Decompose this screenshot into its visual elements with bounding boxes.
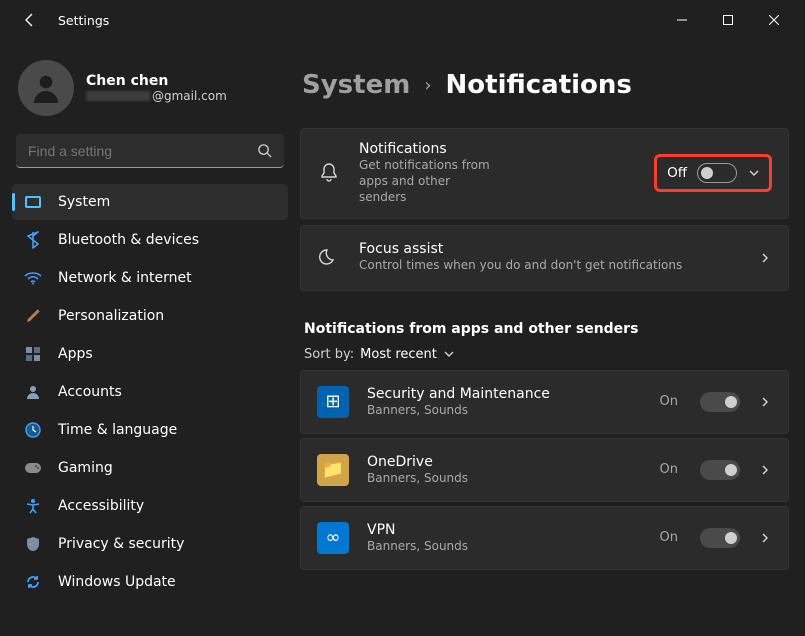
sidebar-item-label: Accessibility bbox=[58, 498, 144, 514]
app-toggle[interactable] bbox=[700, 392, 740, 412]
app-subtitle: Banners, Sounds bbox=[367, 471, 642, 485]
maximize-button[interactable] bbox=[705, 2, 751, 38]
user-email-suffix: @gmail.com bbox=[152, 89, 227, 103]
person-icon bbox=[24, 383, 42, 401]
window-title: Settings bbox=[58, 13, 109, 28]
back-button[interactable] bbox=[22, 12, 38, 28]
shield-icon bbox=[24, 535, 42, 553]
app-toggle-label: On bbox=[660, 462, 678, 477]
sidebar-item-apps[interactable]: Apps bbox=[12, 336, 288, 372]
search-icon bbox=[257, 143, 272, 158]
sidebar-item-windows-update[interactable]: Windows Update bbox=[12, 564, 288, 600]
apps-icon bbox=[24, 345, 42, 363]
card-title: Focus assist bbox=[359, 241, 740, 257]
close-button[interactable] bbox=[751, 2, 797, 38]
search-box[interactable] bbox=[16, 134, 284, 168]
user-name: Chen chen bbox=[86, 73, 227, 89]
highlight-annotation: Off bbox=[654, 154, 772, 192]
app-toggle-label: On bbox=[660, 394, 678, 409]
app-toggle[interactable] bbox=[700, 528, 740, 548]
chevron-right-icon bbox=[758, 531, 772, 545]
card-subtitle: Get notifications from apps and other se… bbox=[359, 157, 499, 206]
notifications-toggle[interactable] bbox=[697, 163, 737, 183]
sidebar-item-network[interactable]: Network & internet bbox=[12, 260, 288, 296]
card-subtitle: Control times when you do and don't get … bbox=[359, 257, 740, 273]
app-icon: 📁 bbox=[317, 454, 349, 486]
sidebar-item-gaming[interactable]: Gaming bbox=[12, 450, 288, 486]
chevron-down-icon[interactable] bbox=[747, 166, 761, 180]
bluetooth-icon bbox=[24, 231, 42, 249]
moon-icon bbox=[317, 248, 341, 268]
sidebar-item-label: Personalization bbox=[58, 308, 164, 324]
sidebar-item-label: Windows Update bbox=[58, 574, 176, 590]
app-subtitle: Banners, Sounds bbox=[367, 403, 642, 417]
sort-value: Most recent bbox=[360, 347, 437, 362]
sidebar-item-privacy[interactable]: Privacy & security bbox=[12, 526, 288, 562]
focus-assist-card[interactable]: Focus assist Control times when you do a… bbox=[300, 225, 789, 291]
redacted-text bbox=[86, 91, 150, 101]
sidebar-item-personalization[interactable]: Personalization bbox=[12, 298, 288, 334]
card-title: Notifications bbox=[359, 141, 636, 157]
avatar bbox=[18, 60, 74, 116]
sidebar-item-label: Bluetooth & devices bbox=[58, 232, 199, 248]
window-controls bbox=[659, 2, 797, 38]
breadcrumb-parent[interactable]: System bbox=[302, 70, 410, 100]
app-title: Security and Maintenance bbox=[367, 386, 642, 404]
chevron-down-icon bbox=[443, 348, 455, 360]
globe-clock-icon bbox=[24, 421, 42, 439]
sidebar-item-accessibility[interactable]: Accessibility bbox=[12, 488, 288, 524]
toggle-label: Off bbox=[667, 165, 687, 181]
app-toggle-label: On bbox=[660, 530, 678, 545]
user-block[interactable]: Chen chen @gmail.com bbox=[0, 48, 300, 134]
nav: System Bluetooth & devices Network & int… bbox=[0, 184, 300, 600]
apps-list: ⊞Security and MaintenanceBanners, Sounds… bbox=[300, 370, 789, 574]
app-toggle[interactable] bbox=[700, 460, 740, 480]
sort-bar[interactable]: Sort by: Most recent bbox=[304, 347, 789, 362]
app-title: VPN bbox=[367, 522, 642, 540]
sidebar-item-label: Privacy & security bbox=[58, 536, 184, 552]
bell-icon bbox=[317, 162, 341, 184]
notifications-card[interactable]: Notifications Get notifications from app… bbox=[300, 128, 789, 219]
sidebar-item-label: Time & language bbox=[58, 422, 177, 438]
paintbrush-icon bbox=[24, 307, 42, 325]
sidebar-item-label: Network & internet bbox=[58, 270, 192, 286]
sidebar-item-bluetooth[interactable]: Bluetooth & devices bbox=[12, 222, 288, 258]
sidebar-item-label: Gaming bbox=[58, 460, 113, 476]
accessibility-icon bbox=[24, 497, 42, 515]
chevron-right-icon bbox=[758, 395, 772, 409]
breadcrumb: System › Notifications bbox=[302, 70, 789, 100]
minimize-button[interactable] bbox=[659, 2, 705, 38]
app-title: OneDrive bbox=[367, 454, 642, 472]
user-email: @gmail.com bbox=[86, 89, 227, 103]
app-subtitle: Banners, Sounds bbox=[367, 539, 642, 553]
sort-label: Sort by: bbox=[304, 347, 354, 362]
titlebar: Settings bbox=[0, 0, 805, 40]
chevron-right-icon bbox=[758, 251, 772, 265]
app-body: VPNBanners, Sounds bbox=[367, 522, 642, 554]
app-row[interactable]: ⊞ Security and MaintenanceBanners, Sounds… bbox=[300, 370, 789, 434]
chevron-right-icon: › bbox=[424, 75, 431, 96]
sidebar-item-accounts[interactable]: Accounts bbox=[12, 374, 288, 410]
monitor-icon bbox=[24, 193, 42, 211]
chevron-right-icon bbox=[758, 463, 772, 477]
sidebar-item-label: Accounts bbox=[58, 384, 122, 400]
app-icon: ∞ bbox=[317, 522, 349, 554]
page-title: Notifications bbox=[446, 70, 632, 100]
wifi-icon bbox=[24, 269, 42, 287]
sidebar-item-system[interactable]: System bbox=[12, 184, 288, 220]
sidebar-item-time-language[interactable]: Time & language bbox=[12, 412, 288, 448]
app-icon: ⊞ bbox=[317, 386, 349, 418]
search-input[interactable] bbox=[28, 143, 257, 159]
section-heading: Notifications from apps and other sender… bbox=[304, 321, 789, 337]
sidebar-item-label: Apps bbox=[58, 346, 93, 362]
gamepad-icon bbox=[24, 459, 42, 477]
app-body: Security and MaintenanceBanners, Sounds bbox=[367, 386, 642, 418]
app-row[interactable]: 📁 OneDriveBanners, Sounds On bbox=[300, 438, 789, 502]
sidebar: Chen chen @gmail.com System bbox=[0, 40, 300, 636]
app-row[interactable]: ∞ VPNBanners, Sounds On bbox=[300, 506, 789, 570]
app-body: OneDriveBanners, Sounds bbox=[367, 454, 642, 486]
content: System › Notifications Notifications Get… bbox=[300, 40, 805, 636]
update-icon bbox=[24, 573, 42, 591]
sidebar-item-label: System bbox=[58, 194, 110, 210]
